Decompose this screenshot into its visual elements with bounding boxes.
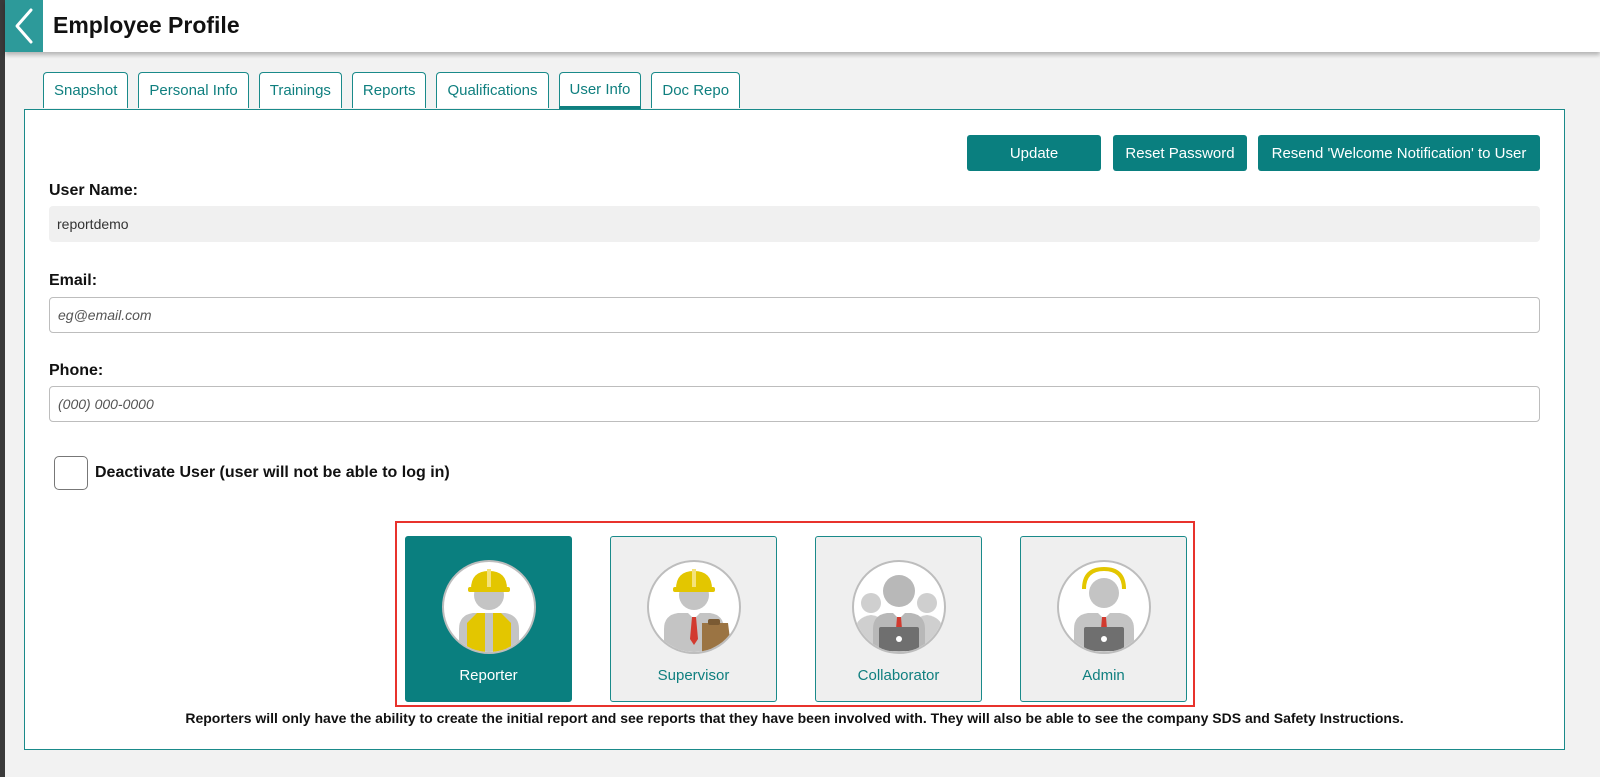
tab-doc-repo[interactable]: Doc Repo [651, 72, 741, 108]
collaborator-icon [852, 560, 946, 654]
phone-field[interactable] [49, 386, 1540, 422]
role-collaborator[interactable]: Collaborator [815, 536, 982, 702]
user-info-panel: Update Reset Password Resend 'Welcome No… [24, 109, 1565, 750]
page-title: Employee Profile [53, 12, 240, 38]
role-selector: Reporter Supervisor Collaborator Admin [395, 521, 1195, 707]
page-header: Employee Profile [5, 0, 1600, 52]
role-description: Reporters will only have the ability to … [185, 710, 1404, 726]
role-label-admin: Admin [1082, 667, 1125, 684]
chevron-left-icon [15, 8, 33, 44]
reset-password-button[interactable]: Reset Password [1113, 135, 1247, 171]
role-label-reporter: Reporter [459, 667, 518, 684]
update-button[interactable]: Update [967, 135, 1101, 171]
resend-welcome-button[interactable]: Resend 'Welcome Notification' to User [1258, 135, 1540, 171]
tab-user-info[interactable]: User Info [558, 72, 642, 109]
role-label-collaborator: Collaborator [857, 667, 940, 684]
username-field: reportdemo [49, 206, 1540, 242]
email-field[interactable] [49, 297, 1540, 333]
deactivate-checkbox[interactable] [54, 456, 88, 490]
window-edge [0, 0, 5, 777]
role-label-supervisor: Supervisor [657, 667, 730, 684]
profile-tabs: Snapshot Personal Info Trainings Reports… [43, 72, 741, 110]
username-label: User Name: [49, 182, 138, 199]
tab-trainings[interactable]: Trainings [258, 72, 342, 108]
tab-reports[interactable]: Reports [351, 72, 427, 108]
reporter-icon [442, 560, 536, 654]
role-reporter[interactable]: Reporter [405, 536, 572, 702]
admin-icon [1057, 560, 1151, 654]
tab-qualifications[interactable]: Qualifications [436, 72, 549, 108]
role-supervisor[interactable]: Supervisor [610, 536, 777, 702]
back-button[interactable] [5, 0, 43, 52]
phone-label: Phone: [49, 362, 104, 379]
role-admin[interactable]: Admin [1020, 536, 1187, 702]
email-label: Email: [49, 272, 98, 289]
deactivate-label: Deactivate User (user will not be able t… [95, 464, 450, 481]
supervisor-icon [647, 560, 741, 654]
tab-personal-info[interactable]: Personal Info [138, 72, 249, 108]
tab-snapshot[interactable]: Snapshot [43, 72, 129, 108]
